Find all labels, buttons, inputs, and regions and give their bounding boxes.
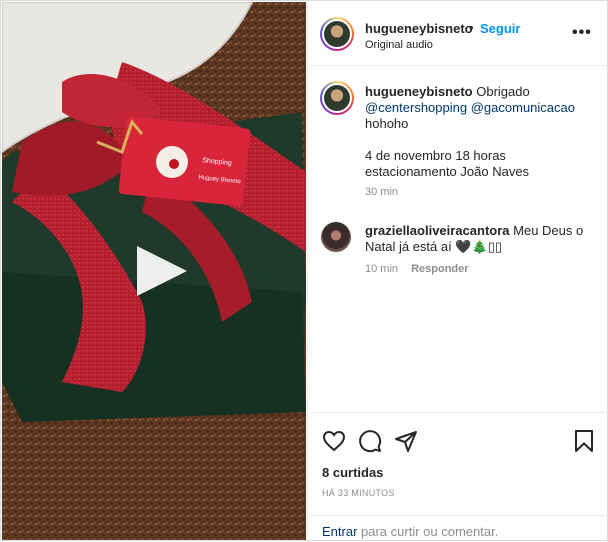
comment-username[interactable]: graziellaoliveiracantora <box>365 223 510 238</box>
play-icon[interactable] <box>131 242 189 300</box>
login-text: para curtir ou comentar. <box>357 524 499 539</box>
bookmark-icon[interactable] <box>573 429 595 453</box>
comment-meta: 10 min Responder <box>365 263 469 275</box>
login-link[interactable]: Entrar <box>322 524 357 539</box>
caption-line-3: 4 de novembro 18 horas <box>365 148 506 163</box>
reply-button[interactable]: Responder <box>411 263 468 275</box>
login-prompt: Entrar para curtir ou comentar. <box>308 515 608 542</box>
mention-centershopping[interactable]: @centershopping <box>365 100 467 115</box>
audio-label[interactable]: Original audio <box>365 39 433 51</box>
header-separator: • <box>469 20 474 35</box>
post-header: hugueneybisneto • Seguir Original audio … <box>308 2 608 66</box>
post-timestamp[interactable]: HÁ 33 MINUTOS <box>322 488 395 498</box>
share-icon[interactable] <box>394 429 418 453</box>
mention-gacomunicacao[interactable]: @gacomunicacao <box>471 100 575 115</box>
caption-text-start: Obrigado <box>476 84 530 99</box>
caption-avatar[interactable] <box>320 81 354 115</box>
likes-count[interactable]: 8 curtidas <box>322 465 383 480</box>
more-options-icon[interactable]: ••• <box>572 24 592 42</box>
caption-line-2: hohoho <box>365 116 409 131</box>
post-media[interactable]: Shopping Huguey Bisneto <box>2 2 306 540</box>
comment-time[interactable]: 10 min <box>365 263 398 275</box>
caption-username[interactable]: hugueneybisneto <box>365 84 473 99</box>
header-avatar[interactable] <box>320 17 354 51</box>
post-frame: Shopping Huguey Bisneto hugueneybisneto … <box>0 0 608 541</box>
caption-line-4: estacionamento João Naves <box>365 164 530 179</box>
comment-icon[interactable] <box>358 429 382 453</box>
heart-icon[interactable] <box>322 429 346 453</box>
post-sidebar: hugueneybisneto • Seguir Original audio … <box>307 2 608 540</box>
comment-avatar[interactable] <box>321 222 351 252</box>
actions-bar: 8 curtidas HÁ 33 MINUTOS Entrar para cur… <box>308 412 608 541</box>
comment-text: graziellaoliveiracantora Meu Deus o Nata… <box>365 223 595 255</box>
comments-area[interactable]: hugueneybisneto Obrigado @centershopping… <box>308 66 608 412</box>
header-username[interactable]: hugueneybisneto <box>365 21 473 36</box>
caption-time[interactable]: 30 min <box>365 186 398 198</box>
follow-button[interactable]: Seguir <box>480 21 520 36</box>
caption-text: hugueneybisneto Obrigado @centershopping… <box>365 84 595 180</box>
